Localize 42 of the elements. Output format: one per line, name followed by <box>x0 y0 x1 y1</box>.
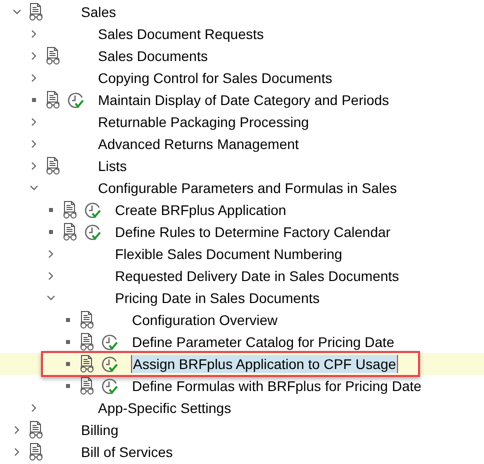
tree-item-label[interactable]: Configuration Overview <box>131 311 279 329</box>
expand-caret-icon[interactable] <box>30 74 38 82</box>
tree-item-label[interactable]: Flexible Sales Document Numbering <box>114 245 344 263</box>
tree-item-label[interactable]: Advanced Returns Management <box>97 135 300 153</box>
tree-item-label[interactable]: Sales Documents <box>97 47 209 65</box>
collapse-caret-icon[interactable] <box>30 184 38 192</box>
tree-item-label[interactable]: Define Formulas with BRFplus for Pricing Date <box>131 377 422 395</box>
expand-caret-icon[interactable] <box>47 250 55 258</box>
bullet-icon <box>32 98 36 102</box>
expand-caret-icon[interactable] <box>47 272 55 280</box>
collapse-caret-icon[interactable] <box>47 294 55 302</box>
tree-item-label[interactable]: Create BRFplus Application <box>114 201 288 219</box>
tree-item-label[interactable]: Sales <box>80 3 118 21</box>
expand-caret-icon[interactable] <box>30 118 38 126</box>
tree-item-label[interactable]: Sales Document Requests <box>97 25 265 43</box>
tree-item-label[interactable]: Maintain Display of Date Category and Periods <box>97 91 390 109</box>
tree-item-label[interactable]: Lists <box>97 157 128 175</box>
tree-item-label[interactable]: Assign BRFplus Application to CPF Usage <box>131 355 398 373</box>
expand-caret-icon[interactable] <box>30 30 38 38</box>
expand-caret-icon[interactable] <box>30 52 38 60</box>
bullet-icon <box>66 362 70 366</box>
tree-item-label[interactable]: Define Rules to Determine Factory Calendar <box>114 223 392 241</box>
bullet-icon <box>49 230 53 234</box>
tree-item-label[interactable]: Define Parameter Catalog for Pricing Date <box>131 333 396 351</box>
tree-item-label[interactable]: Billing <box>80 421 120 439</box>
bullet-icon <box>49 208 53 212</box>
tree-item-label[interactable]: Returnable Packaging Processing <box>97 113 310 131</box>
bullet-icon <box>66 318 70 322</box>
bullet-icon <box>66 384 70 388</box>
expand-caret-icon[interactable] <box>30 162 38 170</box>
collapse-caret-icon[interactable] <box>13 8 21 16</box>
tree-item-label[interactable]: Configurable Parameters and Formulas in Sales <box>97 179 398 197</box>
bullet-icon <box>66 340 70 344</box>
tree-item-label[interactable]: Bill of Services <box>80 443 174 461</box>
tree-item-label[interactable]: Copying Control for Sales Documents <box>97 69 334 87</box>
expand-caret-icon[interactable] <box>30 140 38 148</box>
tree-item-label[interactable]: Requested Delivery Date in Sales Documents <box>114 267 400 285</box>
expand-caret-icon[interactable] <box>30 404 38 412</box>
expand-caret-icon[interactable] <box>13 448 21 456</box>
tree-item-label[interactable]: App-Specific Settings <box>97 399 232 417</box>
tree-item-label[interactable]: Pricing Date in Sales Documents <box>114 289 321 307</box>
expand-caret-icon[interactable] <box>13 426 21 434</box>
